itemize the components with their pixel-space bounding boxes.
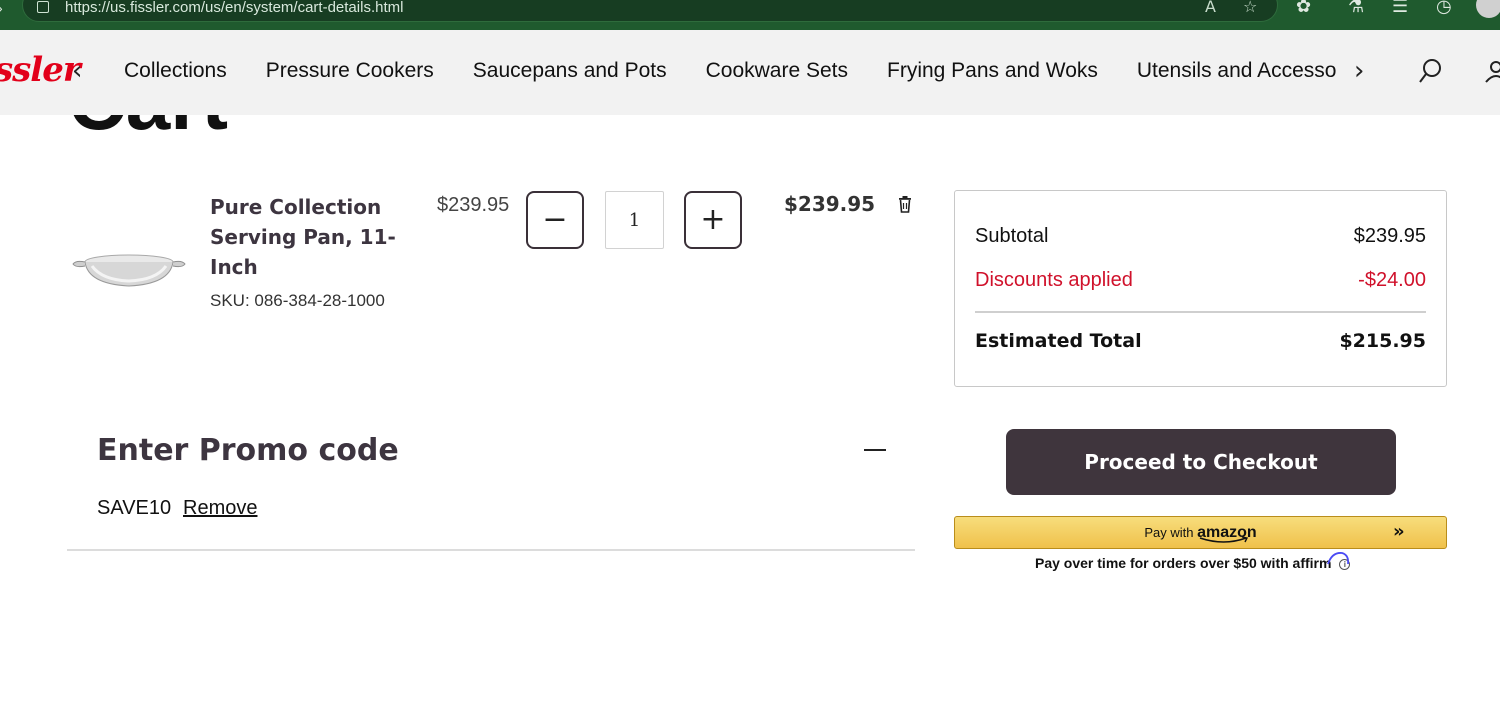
nav-prev-arrow[interactable]: ‹ <box>72 56 82 86</box>
order-summary: Subtotal $239.95 Discounts applied -$24.… <box>954 190 1447 387</box>
address-bar[interactable]: https://us.fissler.com/us/en/system/cart… <box>22 0 1278 22</box>
quantity-increment-button[interactable]: + <box>684 191 742 249</box>
promo-divider <box>67 549 915 551</box>
trash-icon[interactable] <box>897 195 913 213</box>
affirm-text: Pay over time for orders over $50 with <box>1035 555 1289 571</box>
account-icon[interactable] <box>1484 60 1500 84</box>
total-label: Estimated Total <box>975 330 1142 352</box>
product-sku: SKU: 086-384-28-1000 <box>210 291 385 310</box>
amazon-pay-prefix: Pay with <box>1144 525 1194 540</box>
subtotal-label: Subtotal <box>975 225 1049 247</box>
affirm-message[interactable]: Pay over time for orders over $50 with a… <box>1035 555 1351 571</box>
nav-item-collections[interactable]: Collections <box>124 59 227 83</box>
back-icon[interactable]: › <box>0 0 4 16</box>
site-header: ssler ‹ Collections Pressure Cookers Sauce… <box>0 30 1500 115</box>
applied-promo-code: SAVE10 <box>97 497 172 519</box>
quantity-input[interactable] <box>605 191 664 249</box>
affirm-arc-icon <box>1327 552 1350 565</box>
url-text[interactable]: https://us.fissler.com/us/en/system/cart… <box>65 0 403 16</box>
nav-item-pressure-cookers[interactable]: Pressure Cookers <box>266 59 434 83</box>
total-value: $215.95 <box>1339 330 1426 352</box>
fissler-logo[interactable]: ssler <box>0 50 81 90</box>
discount-row: Discounts applied -$24.00 <box>975 269 1426 292</box>
profile-avatar[interactable] <box>1476 0 1500 18</box>
minus-icon: − <box>542 202 568 237</box>
product-image[interactable] <box>72 248 186 290</box>
site-info-icon[interactable] <box>37 1 49 13</box>
favorite-star-icon[interactable]: ☆ <box>1243 0 1257 16</box>
quantity-decrement-button[interactable]: − <box>526 191 584 249</box>
total-row: Estimated Total $215.95 <box>975 330 1426 352</box>
product-name[interactable]: Pure Collection Serving Pan, 11-Inch <box>210 192 410 282</box>
subtotal-row: Subtotal $239.95 <box>975 225 1426 248</box>
browser-toolbar: › https://us.fissler.com/us/en/system/ca… <box>0 0 1500 30</box>
plus-icon: + <box>700 202 726 237</box>
chevrons-right-icon: » <box>1393 521 1405 542</box>
line-total: $239.95 <box>784 192 876 216</box>
amazon-pay-button[interactable]: Pay with amazon » <box>954 516 1447 549</box>
nav-item-saucepans-and-pots[interactable]: Saucepans and Pots <box>473 59 667 83</box>
split-screen-icon[interactable]: ⚗ <box>1348 0 1364 17</box>
category-nav: Collections Pressure Cookers Saucepans and… <box>124 59 1336 87</box>
discount-value: -$24.00 <box>1358 269 1426 291</box>
proceed-to-checkout-button[interactable]: Proceed to Checkout <box>1006 429 1396 495</box>
discount-label: Discounts applied <box>975 269 1133 291</box>
subtotal-value: $239.95 <box>1353 225 1426 247</box>
nav-next-arrow[interactable]: › <box>1354 56 1364 86</box>
nav-item-utensils-and-accessories[interactable]: Utensils and Accessories <box>1137 59 1336 83</box>
nav-item-frying-pans-and-woks[interactable]: Frying Pans and Woks <box>887 59 1098 83</box>
remove-promo-link[interactable]: Remove <box>183 497 257 520</box>
unit-price: $239.95 <box>437 194 510 216</box>
search-icon[interactable] <box>1418 58 1442 84</box>
history-icon[interactable]: ◷ <box>1436 0 1452 17</box>
collapse-icon[interactable] <box>864 449 886 451</box>
amazon-smile-icon <box>1199 536 1249 543</box>
favorites-icon[interactable]: ☰ <box>1392 0 1408 17</box>
promo-section-title[interactable]: Enter Promo code <box>97 433 399 468</box>
extensions-icon[interactable]: ✿ <box>1296 0 1311 17</box>
read-aloud-icon[interactable]: A <box>1205 0 1216 16</box>
nav-item-cookware-sets[interactable]: Cookware Sets <box>706 59 848 83</box>
summary-divider <box>975 311 1426 313</box>
